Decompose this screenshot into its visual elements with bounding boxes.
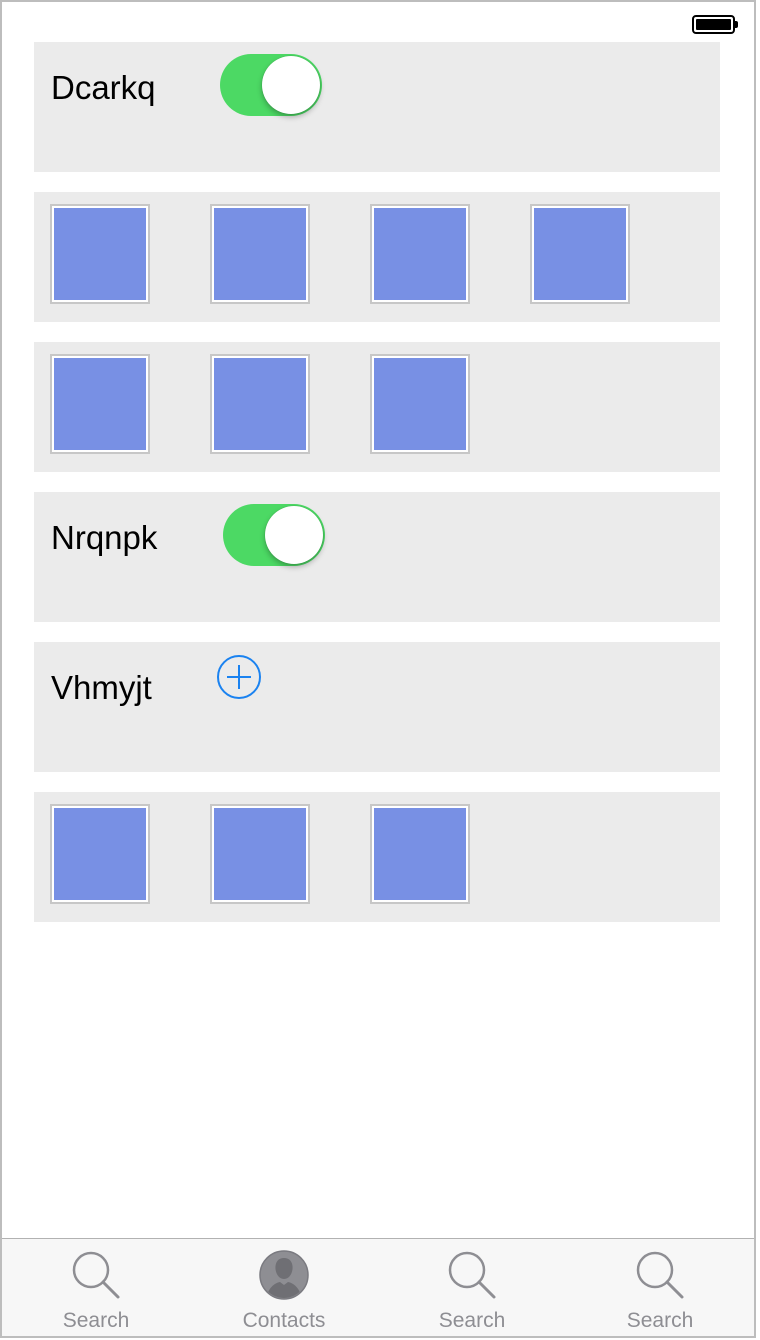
toggle-knob	[262, 56, 320, 114]
image-thumbnail[interactable]	[50, 354, 150, 454]
tab-search-3[interactable]: Search	[566, 1239, 754, 1336]
row-label: Dcarkq	[51, 69, 156, 106]
image-thumbnail[interactable]	[50, 804, 150, 904]
tab-label: Contacts	[242, 1309, 326, 1332]
toggle-row-nrqnpk: Nrqnpk	[34, 492, 720, 622]
image-thumbnail[interactable]	[210, 354, 310, 454]
add-row-vhmyjt: Vhmyjt	[34, 642, 720, 772]
toggle-switch[interactable]	[223, 504, 325, 566]
image-thumbnail[interactable]	[50, 204, 150, 304]
tab-label: Search	[438, 1309, 506, 1332]
app-screen: Dcarkq Nrqnpk Vhmyjt Search Contacts Sea…	[0, 0, 756, 1338]
search-icon	[70, 1249, 122, 1301]
image-thumbnail[interactable]	[370, 204, 470, 304]
add-circle-icon[interactable]	[216, 654, 262, 700]
battery-full-icon	[692, 15, 738, 34]
tab-label: Search	[626, 1309, 694, 1332]
image-thumbnail[interactable]	[370, 804, 470, 904]
search-icon	[634, 1249, 686, 1301]
image-row	[34, 792, 720, 922]
row-label: Nrqnpk	[51, 519, 158, 556]
status-bar	[2, 2, 754, 44]
search-icon	[446, 1249, 498, 1301]
image-row	[34, 192, 720, 322]
row-label: Vhmyjt	[51, 669, 152, 706]
contacts-icon	[258, 1249, 310, 1301]
toggle-switch[interactable]	[220, 54, 322, 116]
image-thumbnail[interactable]	[210, 804, 310, 904]
tab-contacts[interactable]: Contacts	[190, 1239, 378, 1336]
tab-label: Search	[62, 1309, 130, 1332]
tab-search-1[interactable]: Search	[2, 1239, 190, 1336]
toggle-knob	[265, 506, 323, 564]
image-thumbnail[interactable]	[370, 354, 470, 454]
image-thumbnail[interactable]	[530, 204, 630, 304]
tab-bar: Search Contacts Search Search	[2, 1238, 754, 1336]
image-row	[34, 342, 720, 472]
image-thumbnail[interactable]	[210, 204, 310, 304]
tab-search-2[interactable]: Search	[378, 1239, 566, 1336]
toggle-row-dcarkq: Dcarkq	[34, 42, 720, 172]
